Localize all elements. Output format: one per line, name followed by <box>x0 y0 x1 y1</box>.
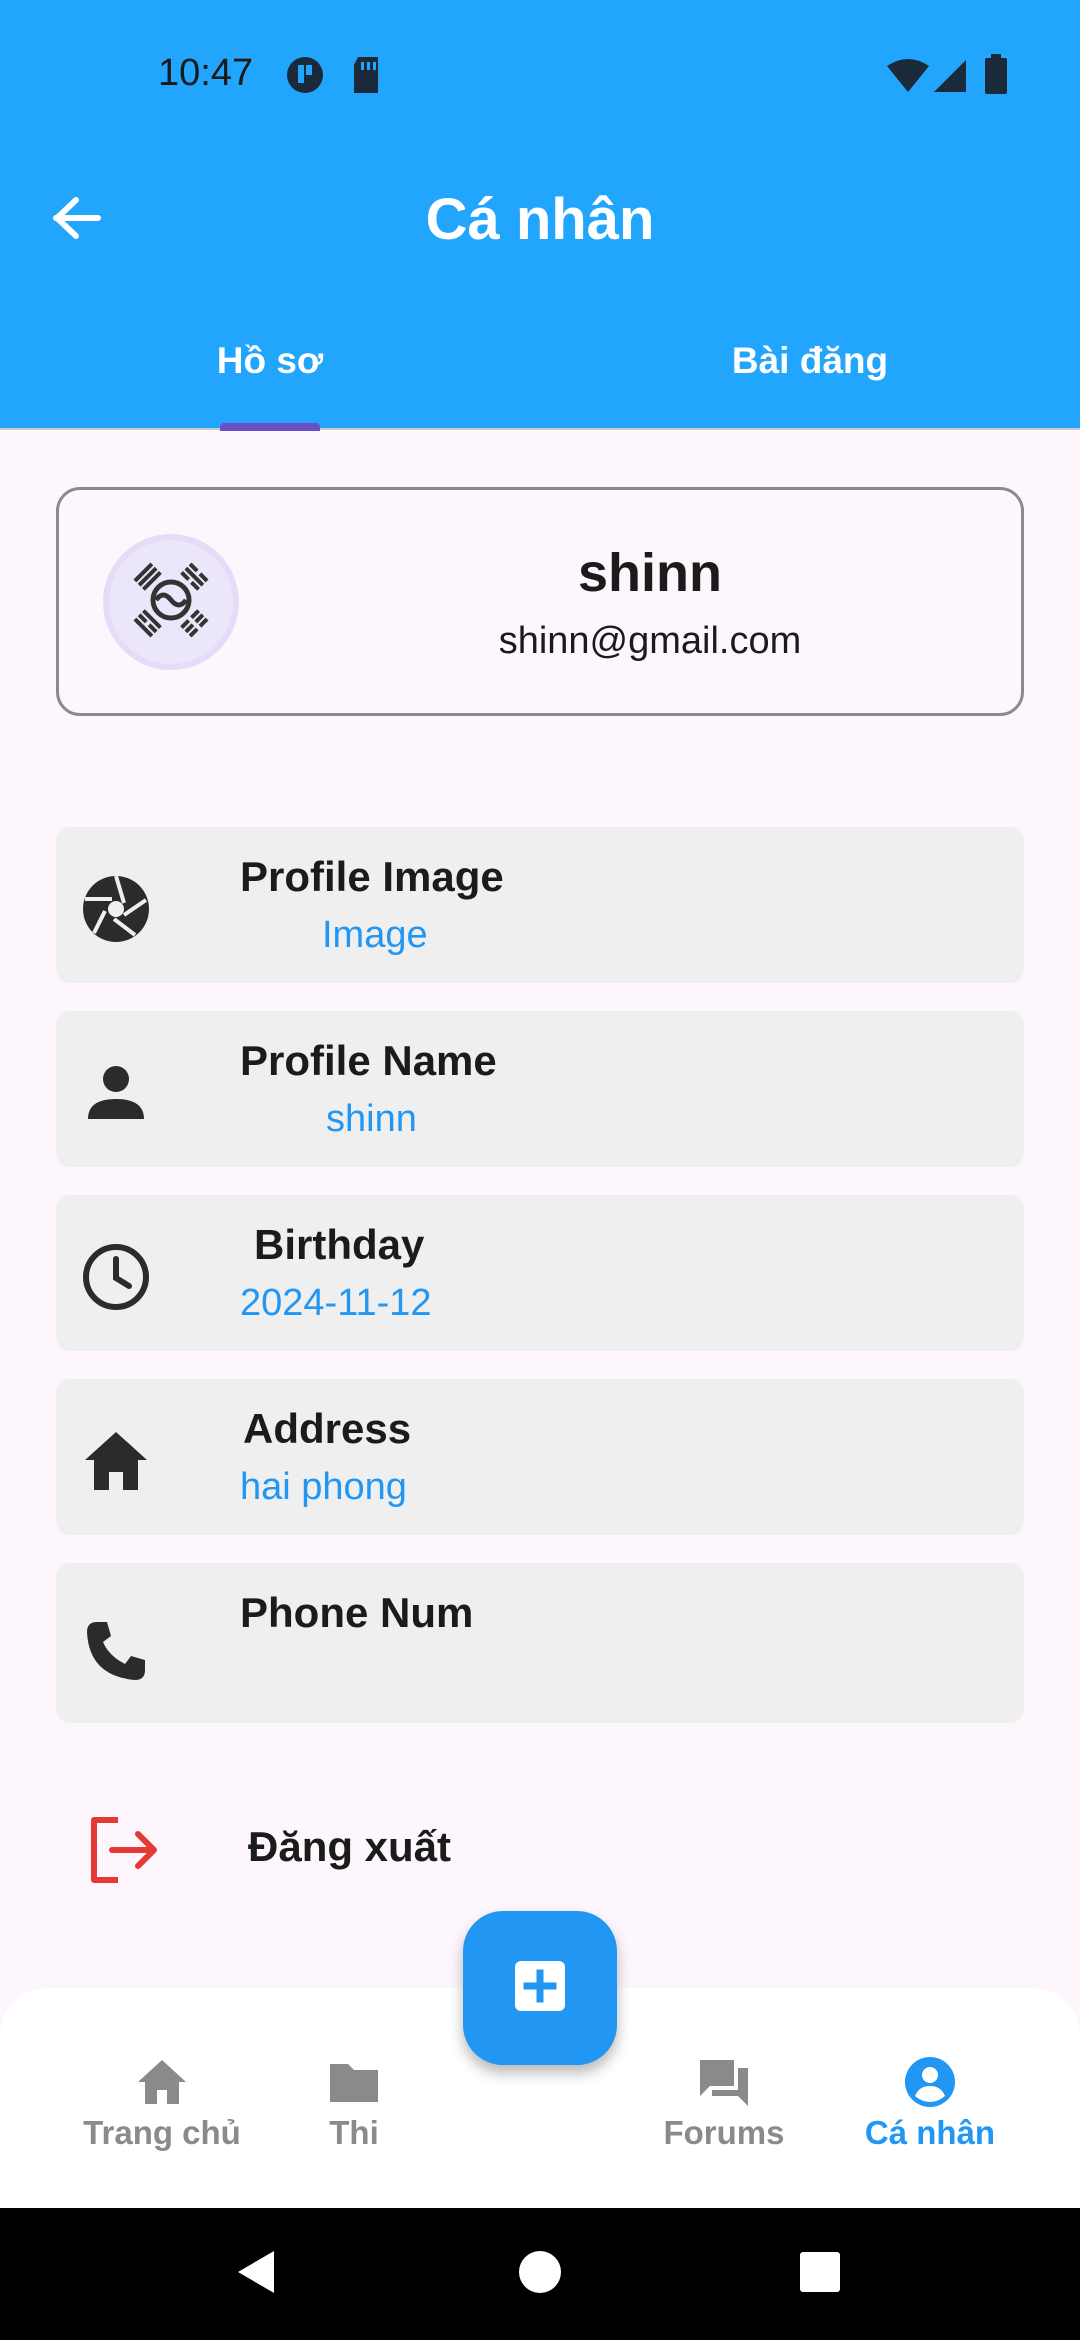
system-back-button[interactable] <box>226 2244 286 2304</box>
person-icon <box>78 1055 154 1131</box>
info-label: Address <box>243 1405 412 1452</box>
circle-home-icon <box>517 2249 563 2300</box>
info-label: Profile Image <box>240 853 504 900</box>
logout-button[interactable]: Đăng xuất <box>56 1800 1024 1900</box>
nav-item-profile[interactable]: Cá nhân <box>858 1988 1002 2208</box>
folder-icon <box>326 2054 382 2110</box>
app-notification-icon <box>285 55 325 100</box>
status-time: 10:47 <box>158 52 254 94</box>
nav-label: Forums <box>663 2114 785 2151</box>
system-navigation-bar <box>0 2208 1080 2340</box>
app-bar: Cá nhân <box>0 150 1080 285</box>
info-value: hai phong <box>240 1466 407 1508</box>
profile-email: shinn@gmail.com <box>498 620 802 662</box>
nav-label: Trang chủ <box>83 2114 241 2151</box>
nav-item-home[interactable]: Trang chủ <box>82 1988 242 2208</box>
info-row-birthday[interactable]: Birthday 2024-11-12 <box>56 1195 1024 1351</box>
phone-icon <box>78 1613 154 1689</box>
account-circle-icon <box>902 2054 958 2110</box>
wifi-icon <box>885 58 931 99</box>
info-value: shinn <box>326 1098 417 1140</box>
signal-icon <box>932 58 968 99</box>
nav-label: Thi <box>329 2114 379 2151</box>
forum-icon <box>696 2054 752 2110</box>
tab-indicator <box>220 423 320 431</box>
info-value: Image <box>322 914 428 956</box>
info-row-profile-name[interactable]: Profile Name shinn <box>56 1011 1024 1167</box>
nav-item-exam[interactable]: Thi <box>292 1988 416 2208</box>
sd-card-icon <box>350 55 382 100</box>
nav-item-forums[interactable]: Forums <box>654 1988 794 2208</box>
home-icon <box>78 1423 154 1499</box>
page-title: Cá nhân <box>425 187 655 252</box>
add-box-icon <box>513 1959 567 2018</box>
logout-icon <box>86 1812 162 1888</box>
info-value: 2024-11-12 <box>240 1282 432 1324</box>
tab-profile[interactable]: Hồ sơ <box>0 340 540 382</box>
status-bar: 10:47 <box>0 0 1080 150</box>
add-post-fab[interactable] <box>463 1911 617 2065</box>
battery-icon <box>985 54 1007 99</box>
info-label: Profile Name <box>240 1037 497 1084</box>
info-row-phone[interactable]: Phone Num <box>56 1563 1024 1723</box>
home-icon <box>134 2054 190 2110</box>
square-recents-icon <box>798 2250 842 2299</box>
info-row-profile-image[interactable]: Profile Image Image <box>56 827 1024 983</box>
info-row-address[interactable]: Address hai phong <box>56 1379 1024 1535</box>
logout-label: Đăng xuất <box>248 1823 452 1870</box>
camera-aperture-icon <box>78 871 154 947</box>
avatar[interactable] <box>103 534 239 670</box>
system-recents-button[interactable] <box>790 2244 850 2304</box>
tab-posts[interactable]: Bài đăng <box>540 340 1080 382</box>
nav-label: Cá nhân <box>864 2114 996 2151</box>
profile-card: shinn shinn@gmail.com <box>56 487 1024 716</box>
triangle-back-icon <box>234 2247 278 2302</box>
profile-name: shinn <box>578 543 722 603</box>
system-home-button[interactable] <box>510 2244 570 2304</box>
info-label: Birthday <box>254 1221 425 1268</box>
clock-icon <box>78 1239 154 1315</box>
tab-bar: Hồ sơ Bài đăng <box>0 285 1080 431</box>
info-label: Phone Num <box>240 1589 474 1636</box>
korean-flag-emblem-icon <box>116 545 226 660</box>
